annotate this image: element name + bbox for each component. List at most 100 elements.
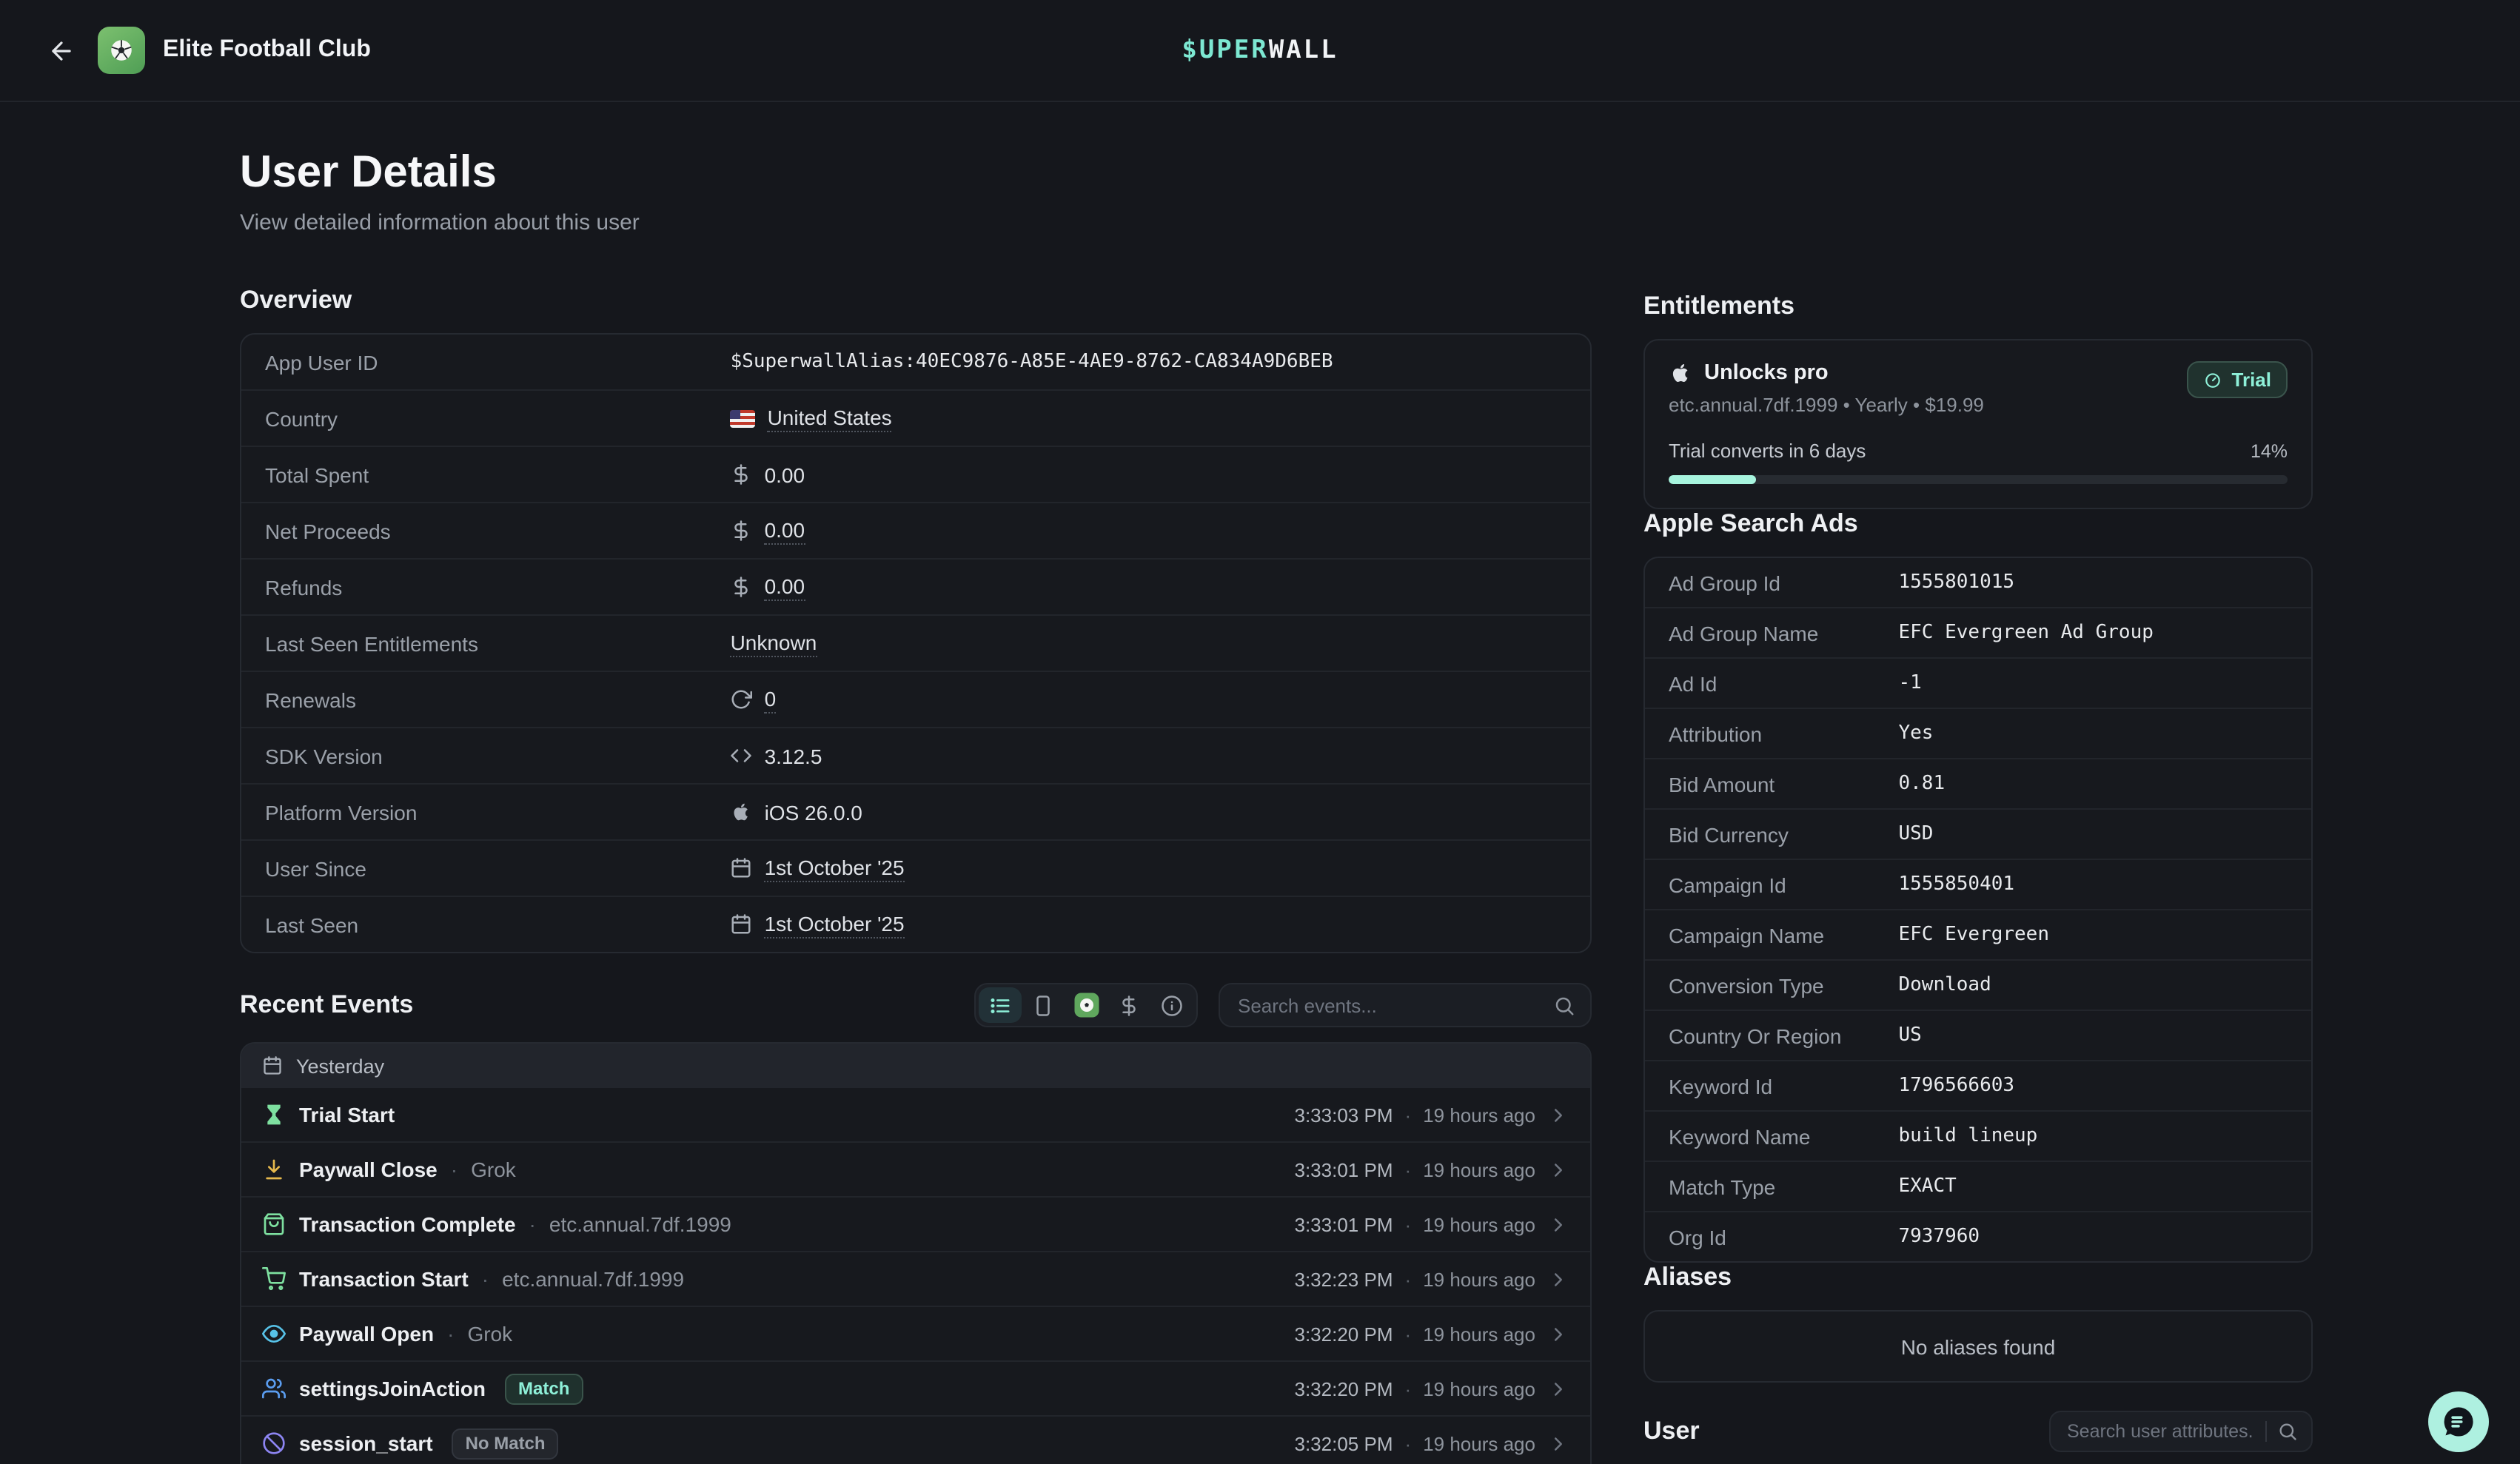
row-value-text: build lineup [1899,1125,2038,1147]
row-value-text: 1555801015 [1899,571,2015,594]
event-name: Transaction Complete [299,1212,516,1236]
event-time: 3:32:05 PM [1295,1432,1393,1454]
row-value-text: US [1899,1024,1922,1047]
dollar-icon [731,520,753,542]
row-value: 0.00 [731,574,805,600]
row-value-text: 0 [765,686,777,713]
row-value-text: 0.00 [765,574,805,600]
table-row: Campaign Id1555850401 [1645,859,2311,909]
row-value-text: 0.81 [1899,773,1946,795]
chevron-right-icon [1547,1432,1569,1454]
toolbar-info-button[interactable] [1150,987,1193,1023]
event-detail: etc.annual.7df.1999 [549,1212,731,1236]
arrow-down-line-icon [262,1158,286,1181]
row-label: Country Or Region [1645,1024,1899,1047]
row-value: United States [731,405,892,432]
event-ago: 19 hours ago [1423,1213,1535,1235]
row-label: Ad Group Name [1645,621,1899,645]
asa-table: Ad Group Id1555801015Ad Group NameEFC Ev… [1643,557,2313,1263]
event-no-match-badge: No Match [452,1428,559,1459]
event-detail: etc.annual.7df.1999 [502,1267,684,1291]
event-meta: 3:32:05 PM·19 hours ago [1295,1432,1570,1454]
event-time: 3:33:01 PM [1295,1213,1393,1235]
shopping-cart-icon [262,1267,286,1291]
trial-badge: Trial [2188,361,2288,398]
event-row[interactable]: Transaction Complete · etc.annual.7df.1999… [241,1196,1590,1251]
chevron-right-icon [1547,1268,1569,1290]
row-value-text: 1555850401 [1899,873,2015,896]
chat-bubble-icon [2440,1403,2477,1440]
event-detail: Grok [467,1322,512,1346]
row-value: -1 [1899,672,1922,694]
row-value: build lineup [1899,1125,2038,1147]
table-row: CountryUnited States [241,389,1590,446]
event-row[interactable]: session_startNo Match3:32:05 PM·19 hours… [241,1415,1590,1464]
row-label: Last Seen [241,913,731,936]
row-label: Conversion Type [1645,973,1899,997]
toolbar-list-view-button[interactable] [979,987,1022,1023]
events-list: Trial Start3:33:03 PM·19 hours ago Paywal… [241,1088,1590,1464]
event-separator: · [1405,1213,1412,1235]
trial-badge-label: Trial [2232,369,2272,391]
row-label: User Since [241,856,731,880]
recent-events-title: Recent Events [240,990,413,1020]
table-row: Bid CurrencyUSD [1645,808,2311,859]
toolbar-revenue-button[interactable] [1107,987,1150,1023]
table-row: Bid Amount0.81 [1645,758,2311,808]
entitlement-info: Unlocks pro etc.annual.7df.1999 • Yearly… [1669,361,1984,416]
row-label: Last Seen Entitlements [241,631,731,655]
event-time: 3:33:03 PM [1295,1104,1393,1126]
content: User Details View detailed information a… [0,102,2520,1464]
back-button[interactable] [38,28,83,73]
event-separator: · [1405,1158,1412,1181]
dollar-icon [731,463,753,486]
chat-fab-button[interactable] [2428,1391,2489,1452]
event-meta: 3:32:20 PM·19 hours ago [1295,1323,1570,1345]
table-row: Conversion TypeDownload [1645,959,2311,1010]
event-separator: · [447,1322,454,1346]
table-row: Total Spent0.00 [241,446,1590,502]
row-value: USD [1899,823,1934,845]
event-time: 3:32:20 PM [1295,1323,1393,1345]
event-separator: · [1405,1323,1412,1345]
row-value-text: USD [1899,823,1934,845]
row-value-text: iOS 26.0.0 [765,800,862,824]
table-row: Last Seen1st October '25 [241,896,1590,952]
entitlement-top: Unlocks pro etc.annual.7df.1999 • Yearly… [1669,361,2288,416]
event-ago: 19 hours ago [1423,1158,1535,1181]
event-row[interactable]: Trial Start3:33:03 PM·19 hours ago [241,1088,1590,1141]
row-value-text: United States [768,405,892,432]
row-value: EXACT [1899,1175,1957,1198]
event-name: Paywall Close [299,1158,438,1181]
us-flag-icon [731,409,756,427]
app-logo-icon [98,27,145,74]
events-group-label: Yesterday [296,1055,384,1077]
row-value: 0.00 [731,517,805,544]
event-row[interactable]: Transaction Start·etc.annual.7df.19993:3… [241,1251,1590,1306]
user-attributes-search [2049,1411,2313,1452]
shopping-bag-icon [262,1212,286,1236]
event-separator: · [1405,1432,1412,1454]
events-search [1219,983,1592,1027]
events-card: Yesterday Trial Start3:33:03 PM·19 hours… [240,1042,1592,1464]
entitlements-title: Entitlements [1643,292,2313,321]
row-value-text: 3.12.5 [765,744,822,768]
toolbar-app-logo-button[interactable] [1065,987,1107,1023]
event-row[interactable]: settingsJoinActionMatch3:32:20 PM·19 hou… [241,1360,1590,1415]
event-separator: · [482,1267,489,1291]
row-label: Bid Amount [1645,772,1899,796]
event-row[interactable]: Paywall Open·Grok3:32:20 PM·19 hours ago [241,1306,1590,1360]
topbar: Elite Football Club $UPERWALL [0,0,2520,102]
event-meta: 3:33:01 PM · 19 hours ago [1295,1213,1570,1235]
row-label: Campaign Name [1645,923,1899,947]
slash-circle-icon [262,1431,286,1455]
user-attributes-search-input[interactable] [2064,1420,2255,1443]
events-search-input[interactable] [1235,993,1541,1018]
search-icon [2277,1421,2298,1442]
event-match-badge: Match [505,1373,583,1404]
overview-table: App User ID$SuperwallAlias:40EC9876-A85E… [240,333,1592,953]
toolbar-device-button[interactable] [1022,987,1065,1023]
event-ago: 19 hours ago [1423,1268,1535,1290]
table-row: App User ID$SuperwallAlias:40EC9876-A85E… [241,335,1590,389]
event-row[interactable]: Paywall Close·Grok3:33:01 PM·19 hours ag… [241,1141,1590,1196]
